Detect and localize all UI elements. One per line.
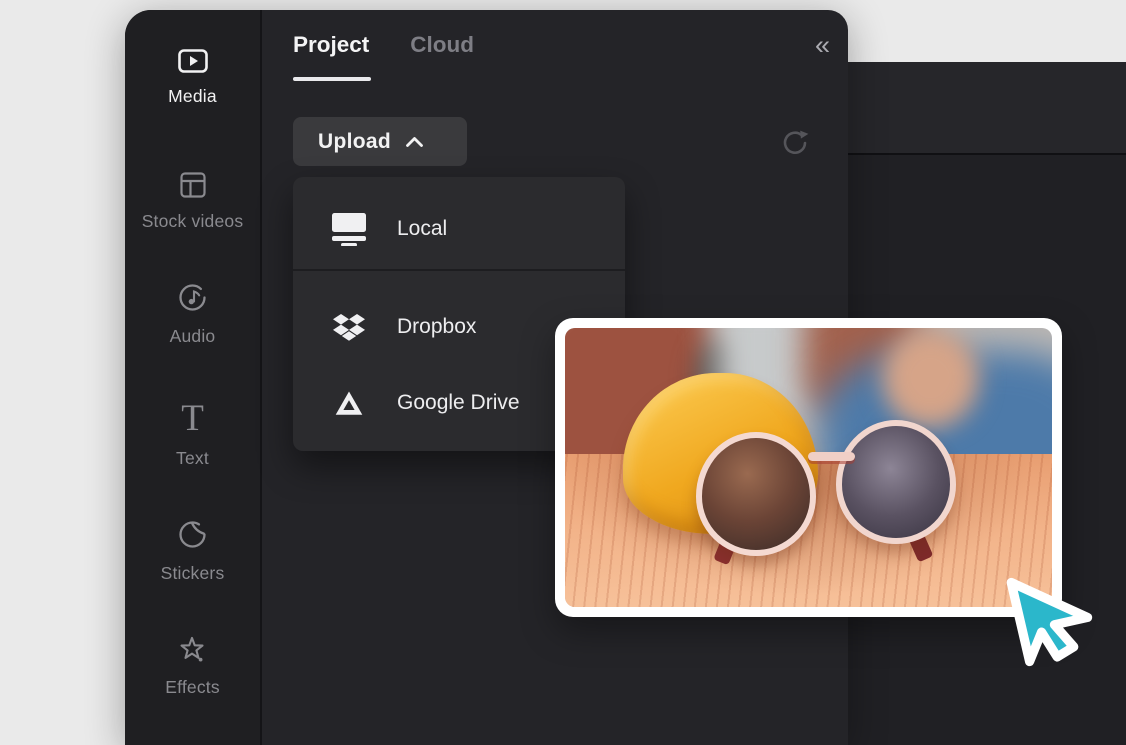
chevron-up-icon xyxy=(405,136,424,148)
media-preview-image xyxy=(565,328,1052,607)
panel-tabs: Project Cloud xyxy=(293,32,474,58)
sidebar-item-audio[interactable]: Audio xyxy=(125,282,260,347)
sidebar-item-text[interactable]: T Text xyxy=(125,402,260,469)
sidebar-item-label: Text xyxy=(176,448,209,469)
stock-videos-icon xyxy=(180,172,206,198)
effects-icon xyxy=(178,636,207,664)
computer-icon xyxy=(331,213,367,246)
sidebar-item-label: Stickers xyxy=(161,563,225,584)
active-tab-underline xyxy=(293,77,371,81)
upload-button-label: Upload xyxy=(318,130,391,154)
text-icon: T xyxy=(181,402,204,435)
sidebar: Media Stock videos Audio T xyxy=(125,10,262,745)
dropbox-icon xyxy=(331,314,367,341)
stickers-icon xyxy=(177,519,208,550)
upload-button[interactable]: Upload xyxy=(293,117,467,166)
sidebar-item-stickers[interactable]: Stickers xyxy=(125,519,260,584)
audio-icon xyxy=(177,282,208,313)
tab-cloud[interactable]: Cloud xyxy=(410,32,474,58)
refresh-icon xyxy=(780,128,810,158)
menu-divider xyxy=(293,269,625,271)
app-screenshot: Media Stock videos Audio T xyxy=(0,0,1126,745)
menu-item-label: Google Drive xyxy=(397,391,520,415)
sidebar-item-label: Stock videos xyxy=(142,211,244,232)
sidebar-item-effects[interactable]: Effects xyxy=(125,636,260,698)
sidebar-item-label: Effects xyxy=(165,677,220,698)
sunglasses xyxy=(696,420,969,571)
menu-item-label: Dropbox xyxy=(397,315,476,339)
sidebar-item-stock-videos[interactable]: Stock videos xyxy=(125,172,260,232)
cursor-icon xyxy=(1002,576,1094,668)
tab-project[interactable]: Project xyxy=(293,32,369,58)
collapse-panel-button[interactable]: « xyxy=(815,32,830,59)
sidebar-item-label: Audio xyxy=(170,326,216,347)
sidebar-item-media[interactable]: Media xyxy=(125,49,260,107)
menu-item-label: Local xyxy=(397,217,447,241)
google-drive-icon xyxy=(331,391,367,416)
menu-item-local[interactable]: Local xyxy=(293,189,625,269)
media-icon xyxy=(178,49,208,73)
chevrons-left-icon: « xyxy=(815,30,830,60)
dragged-media-card[interactable] xyxy=(555,318,1062,617)
sidebar-item-label: Media xyxy=(168,86,217,107)
refresh-button[interactable] xyxy=(780,128,810,158)
